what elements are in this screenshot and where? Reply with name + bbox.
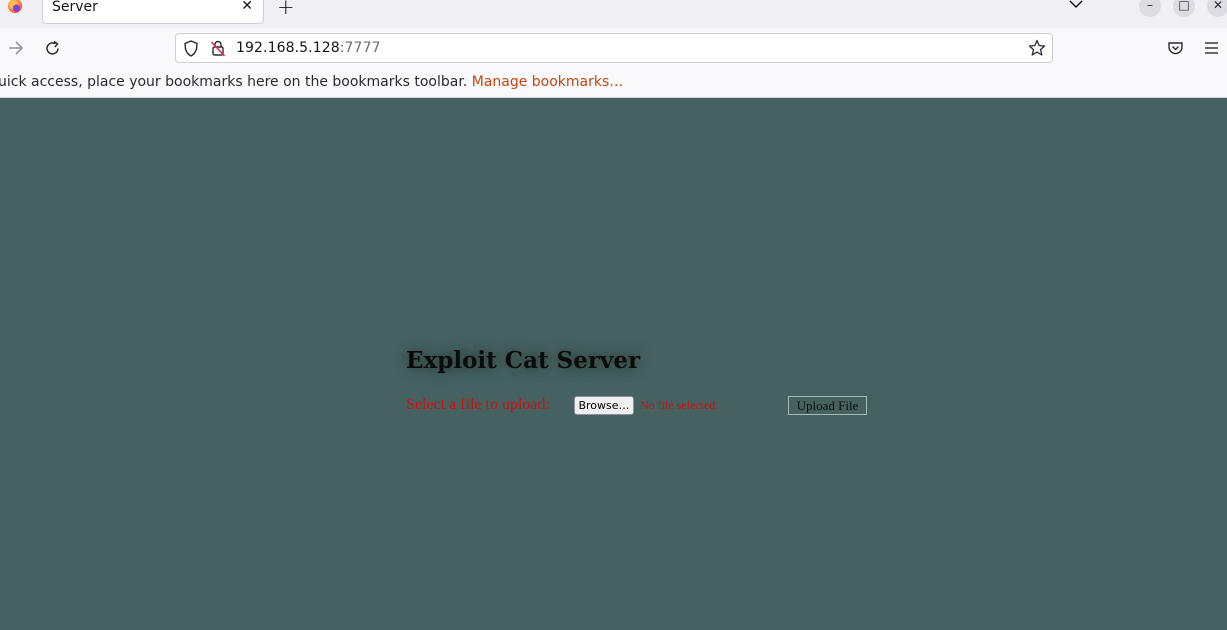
upload-file-button[interactable]: Upload File	[788, 396, 867, 415]
page-content: Exploit Cat Server Select a file to uplo…	[0, 98, 1227, 630]
page-title: Exploit Cat Server	[406, 347, 641, 374]
tab-strip: Server ✕ + – □ ✕	[0, 0, 1227, 28]
url-host: 192.168.5.128	[236, 40, 340, 56]
bookmarks-hint-text: uick access, place your bookmarks here o…	[0, 74, 472, 90]
select-file-label: Select a file to upload:	[406, 396, 550, 413]
pocket-icon[interactable]	[1167, 41, 1184, 56]
tab-title: Server	[52, 0, 98, 15]
firefox-logo-icon	[8, 0, 22, 13]
tab-close-icon[interactable]: ✕	[241, 0, 253, 14]
url-text[interactable]: 192.168.5.128:7777	[236, 40, 381, 56]
minimize-button[interactable]: –	[1139, 0, 1161, 17]
reload-icon[interactable]	[44, 40, 61, 57]
chevron-down-icon[interactable]	[1068, 0, 1084, 12]
bookmarks-hint: uick access, place your bookmarks here o…	[0, 74, 623, 90]
new-tab-button[interactable]: +	[277, 0, 295, 19]
arrow-right-icon[interactable]	[7, 40, 25, 56]
no-file-selected-text: No file selected.	[640, 398, 719, 412]
star-icon[interactable]	[1028, 39, 1046, 57]
browse-button[interactable]: Browse…	[574, 396, 634, 415]
url-port: :7777	[339, 40, 381, 56]
manage-bookmarks-link[interactable]: Manage bookmarks…	[472, 74, 624, 90]
insecure-lock-icon[interactable]	[210, 40, 226, 57]
bookmarks-toolbar: uick access, place your bookmarks here o…	[0, 69, 1227, 98]
hamburger-menu-icon[interactable]	[1204, 41, 1219, 55]
close-window-button[interactable]: ✕	[1207, 0, 1227, 17]
tab-server[interactable]: Server ✕	[42, 0, 264, 24]
maximize-button[interactable]: □	[1173, 0, 1195, 17]
navigation-bar: 192.168.5.128:7777	[0, 28, 1227, 69]
shield-icon[interactable]	[183, 40, 199, 57]
url-bar[interactable]: 192.168.5.128:7777	[175, 33, 1053, 63]
